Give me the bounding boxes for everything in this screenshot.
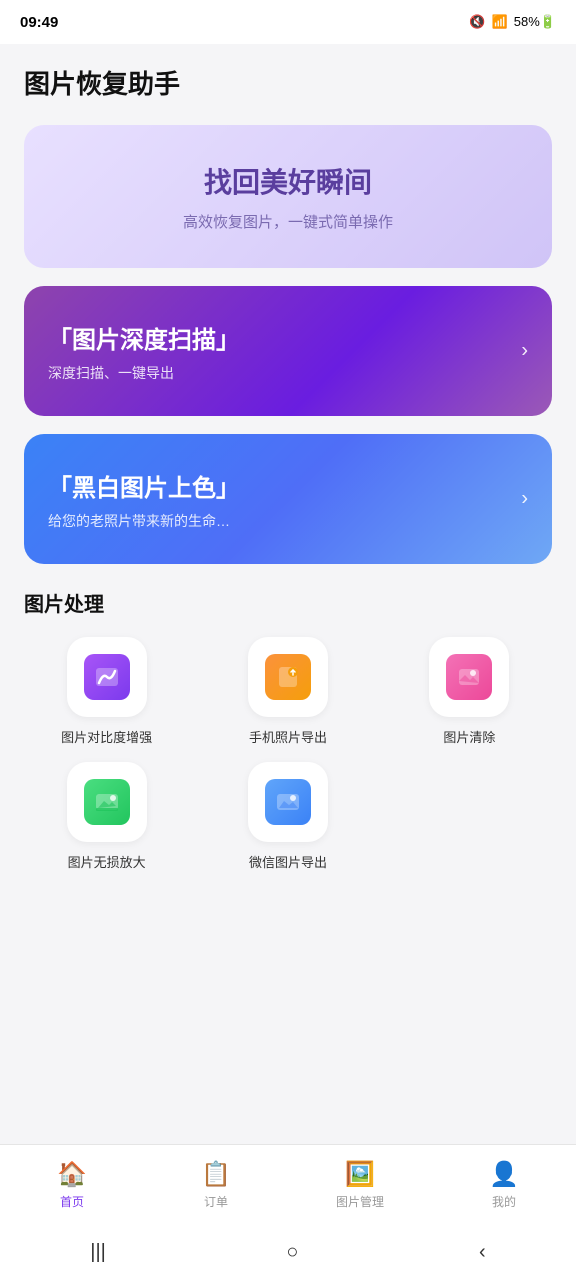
nav-manage-label: 图片管理 <box>336 1193 384 1210</box>
tool-enlarge-icon <box>84 779 130 825</box>
deep-scan-subtitle: 深度扫描、一键导出 <box>48 363 528 383</box>
nav-order-label: 订单 <box>204 1193 228 1210</box>
battery-text: 58%🔋 <box>514 14 556 30</box>
tool-contrast-label: 图片对比度增强 <box>61 727 152 746</box>
tool-export-phone-label: 手机照片导出 <box>249 727 327 746</box>
bottom-nav: 🏠 首页 📋 订单 🖼️ 图片管理 👤 我的 <box>0 1144 576 1224</box>
nav-home[interactable]: 🏠 首页 <box>42 1160 102 1210</box>
recent-apps-btn[interactable]: ||| <box>90 1241 106 1264</box>
order-icon: 📋 <box>201 1160 231 1189</box>
system-nav: ||| ○ ‹ <box>0 1224 576 1280</box>
tool-contrast-icon <box>84 654 130 700</box>
tool-enlarge[interactable]: 图片无损放大 <box>24 762 189 871</box>
tool-contrast[interactable]: 图片对比度增强 <box>24 637 189 746</box>
deep-scan-title: 「图片深度扫描」 <box>48 320 528 355</box>
tool-export-phone[interactable]: 手机照片导出 <box>205 637 370 746</box>
tool-wechat-icon-wrap <box>248 762 328 842</box>
tool-wechat-icon <box>265 779 311 825</box>
tool-clean-icon-wrap <box>429 637 509 717</box>
hero-subtitle: 高效恢复图片，一键式简单操作 <box>54 211 522 232</box>
deep-scan-card[interactable]: 「图片深度扫描」 深度扫描、一键导出 › <box>24 286 552 416</box>
status-bar: 09:49 🔇 📶 58%🔋 <box>0 0 576 44</box>
hero-title: 找回美好瞬间 <box>54 161 522 201</box>
tool-export-phone-icon <box>265 654 311 700</box>
colorize-title: 「黑白图片上色」 <box>48 468 528 503</box>
tool-contrast-icon-wrap <box>67 637 147 717</box>
nav-profile-label: 我的 <box>492 1193 516 1210</box>
colorize-arrow: › <box>521 488 528 511</box>
tools-grid-row1: 图片对比度增强 手机照片导出 <box>24 637 552 746</box>
deep-scan-arrow: › <box>521 340 528 363</box>
tool-wechat-label: 微信图片导出 <box>249 852 327 871</box>
status-time: 09:49 <box>20 14 58 31</box>
nav-manage[interactable]: 🖼️ 图片管理 <box>330 1160 390 1210</box>
colorize-subtitle: 给您的老照片带来新的生命… <box>48 511 528 531</box>
tool-export-phone-icon-wrap <box>248 637 328 717</box>
tool-clean-icon <box>446 654 492 700</box>
mute-icon: 🔇 <box>469 14 485 30</box>
nav-home-label: 首页 <box>60 1193 84 1210</box>
tool-wechat-export[interactable]: 微信图片导出 <box>205 762 370 871</box>
nav-order[interactable]: 📋 订单 <box>186 1160 246 1210</box>
tool-enlarge-label: 图片无损放大 <box>68 852 146 871</box>
home-icon: 🏠 <box>57 1160 87 1189</box>
tools-grid-row2: 图片无损放大 微信图片导出 <box>24 762 552 871</box>
home-btn[interactable]: ○ <box>286 1241 298 1264</box>
back-btn[interactable]: ‹ <box>479 1241 486 1264</box>
signal-icon: 📶 <box>492 14 508 30</box>
main-content: 图片恢复助手 找回美好瞬间 高效恢复图片，一键式简单操作 「图片深度扫描」 深度… <box>0 44 576 1144</box>
profile-icon: 👤 <box>489 1160 519 1189</box>
nav-profile[interactable]: 👤 我的 <box>474 1160 534 1210</box>
page-title: 图片恢复助手 <box>24 64 552 101</box>
section-title: 图片处理 <box>24 588 552 617</box>
tool-clean[interactable]: 图片清除 <box>387 637 552 746</box>
status-icons: 🔇 📶 58%🔋 <box>469 14 556 30</box>
manage-icon: 🖼️ <box>345 1160 375 1189</box>
hero-banner[interactable]: 找回美好瞬间 高效恢复图片，一键式简单操作 <box>24 125 552 268</box>
tool-clean-label: 图片清除 <box>443 727 495 746</box>
colorize-card[interactable]: 「黑白图片上色」 给您的老照片带来新的生命… › <box>24 434 552 564</box>
tool-enlarge-icon-wrap <box>67 762 147 842</box>
tool-placeholder <box>387 762 552 871</box>
